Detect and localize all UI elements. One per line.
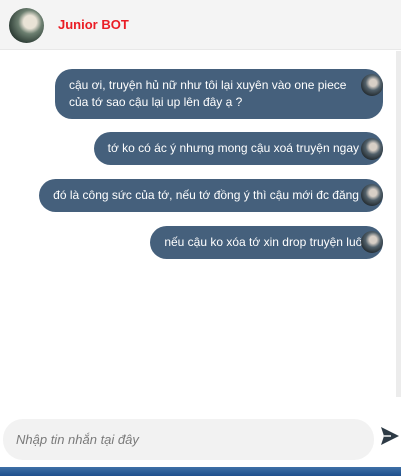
composer xyxy=(0,397,401,476)
message-row: nếu cậu ko xóa tớ xin drop truyện luôn xyxy=(150,226,383,259)
scrollbar-thumb[interactable] xyxy=(396,51,401,397)
bot-name: Junior BOT xyxy=(58,17,129,32)
message-row: đó là công sức của tớ, nếu tớ đồng ý thì… xyxy=(39,179,383,212)
chat-header: Junior BOT xyxy=(0,0,401,50)
send-icon[interactable] xyxy=(380,426,400,446)
message-row: cậu ơi, truyện hủ nữ như tôi lại xuyên v… xyxy=(55,69,383,119)
user-avatar xyxy=(361,138,383,160)
scrollbar[interactable] xyxy=(396,51,401,397)
message-bubble: tớ ko có ác ý nhưng mong cậu xoá truyện … xyxy=(93,132,383,165)
message-bubble: cậu ơi, truyện hủ nữ như tôi lại xuyên v… xyxy=(55,69,383,119)
message-row: tớ ko có ác ý nhưng mong cậu xoá truyện … xyxy=(93,132,383,165)
message-bubble: nếu cậu ko xóa tớ xin drop truyện luôn xyxy=(150,226,383,259)
message-bubble: đó là công sức của tớ, nếu tớ đồng ý thì… xyxy=(39,179,383,212)
message-input[interactable] xyxy=(3,419,374,460)
user-avatar xyxy=(361,231,383,253)
user-avatar xyxy=(361,74,383,96)
chat-window: Junior BOT cậu ơi, truyện hủ nữ như tôi … xyxy=(0,0,401,476)
taskbar xyxy=(0,467,401,476)
user-avatar xyxy=(361,184,383,206)
bot-avatar xyxy=(9,8,44,43)
